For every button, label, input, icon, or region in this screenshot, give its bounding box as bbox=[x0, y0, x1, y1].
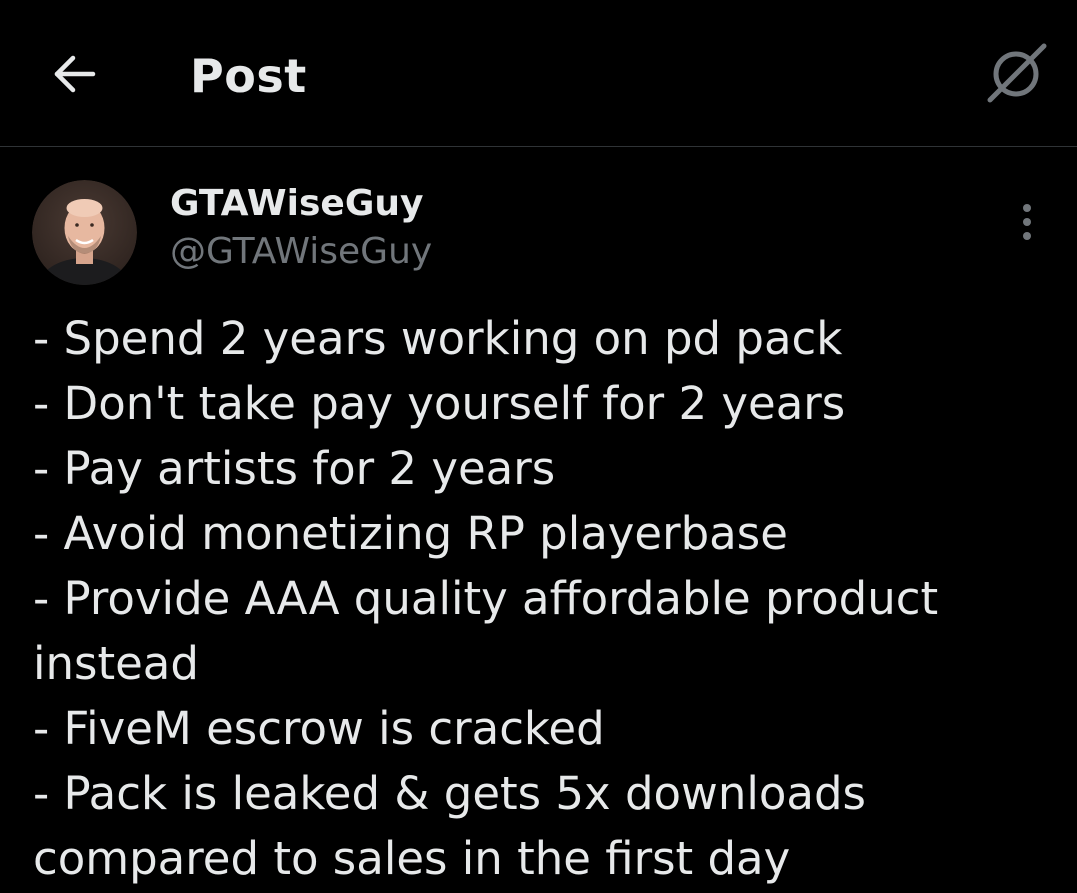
more-options-button[interactable] bbox=[1006, 196, 1048, 248]
post-line: - Provide AAA quality affordable product bbox=[33, 572, 939, 625]
post-line: - Pack is leaked & gets 5x downloads bbox=[33, 767, 867, 820]
author-display-name[interactable]: GTAWiseGuy bbox=[170, 181, 423, 227]
avatar[interactable] bbox=[32, 180, 137, 285]
profile-photo-icon bbox=[32, 180, 137, 285]
post-line: instead bbox=[33, 637, 199, 690]
page-title: Post bbox=[190, 49, 307, 103]
post-line: - FiveM escrow is cracked bbox=[33, 702, 605, 755]
back-button[interactable] bbox=[44, 44, 104, 104]
grok-button[interactable] bbox=[982, 40, 1050, 108]
grok-slash-icon bbox=[987, 43, 1047, 103]
post-line: compared to sales in the first day bbox=[33, 832, 791, 885]
post-line: - Spend 2 years working on pd pack bbox=[33, 312, 843, 365]
post-text: - Spend 2 years working on pd pack - Don… bbox=[33, 306, 1053, 891]
vertical-ellipsis-icon bbox=[1023, 204, 1031, 240]
top-app-bar: Post bbox=[0, 0, 1077, 147]
post-line: - Don't take pay yourself for 2 years bbox=[33, 377, 846, 430]
post-line: - Avoid monetizing RP playerbase bbox=[33, 507, 788, 560]
post-line: - Pay artists for 2 years bbox=[33, 442, 556, 495]
author-handle[interactable]: @GTAWiseGuy bbox=[170, 229, 432, 275]
arrow-left-icon bbox=[54, 55, 96, 93]
header-divider bbox=[0, 146, 1077, 147]
